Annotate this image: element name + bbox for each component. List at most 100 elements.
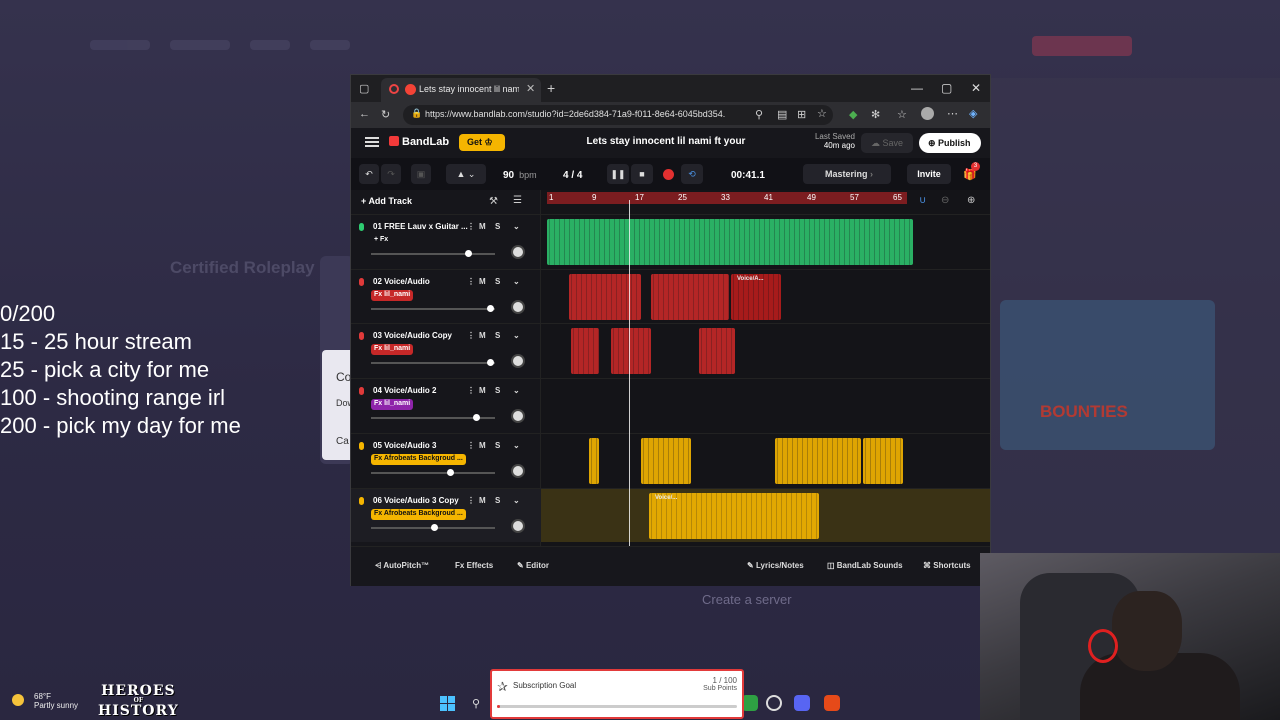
get-membership-button[interactable]: Get ♔ (459, 134, 505, 151)
volume-knob[interactable] (431, 523, 438, 531)
stop-button[interactable]: ■ (631, 164, 653, 184)
volume-knob[interactable] (464, 250, 472, 257)
app-icon[interactable] (742, 695, 758, 711)
timeline[interactable]: 1 9 17 25 33 41 49 57 65 ∪ ⊖ ⊕ Voice/A... Voice/.… (541, 190, 990, 546)
profile-avatar[interactable] (921, 107, 934, 120)
save-button[interactable]: ☁ Save (861, 133, 913, 153)
mastering-button[interactable]: Mastering › (803, 164, 891, 184)
editor-button[interactable]: ✎ Editor (517, 561, 549, 570)
shortcuts-button[interactable]: ⌘ Shortcuts (923, 561, 971, 570)
minimize-icon[interactable]: — (911, 81, 923, 95)
mute-button[interactable]: M (479, 331, 486, 340)
pan-knob[interactable] (511, 354, 525, 369)
bandlab-logo[interactable]: BandLab (389, 136, 449, 148)
track-lane[interactable] (541, 323, 990, 377)
more-icon[interactable]: ⋯ (947, 107, 958, 120)
time-signature[interactable]: 4 / 4 (563, 170, 582, 181)
autopitch-button[interactable]: ⩤ AutoPitch™ (375, 561, 429, 571)
chevron-down-icon[interactable]: ⌄ (513, 331, 520, 340)
solo-button[interactable]: S (495, 331, 500, 340)
invite-button[interactable]: Invite (907, 164, 951, 184)
track-fx-chip[interactable]: Fx Afrobeats Backgroud ... (371, 453, 466, 465)
volume-knob[interactable] (446, 468, 454, 476)
pan-knob[interactable] (511, 518, 525, 533)
track-header[interactable]: 01 FREE Lauv x Guitar ... + Fx ⋮ M S ⌄ (351, 214, 541, 268)
mute-button[interactable]: M (479, 386, 486, 395)
browser-tab[interactable]: Lets stay innocent lil nami ft ✕ (381, 78, 541, 102)
pan-knob[interactable] (511, 463, 525, 478)
solo-button[interactable]: S (495, 222, 500, 231)
track-header[interactable]: 02 Voice/Audio Fx lil_nami ⋮ M S ⌄ (351, 268, 541, 323)
tools-icon[interactable]: ⚒ (489, 196, 498, 207)
tempo[interactable]: 90 bpm (503, 170, 537, 181)
search-icon[interactable]: ⚲ (472, 697, 480, 710)
more-icon[interactable]: ⋮ (467, 331, 475, 340)
url-field[interactable]: 🔒 https://www.bandlab.com/studio?id=2de6… (403, 105, 833, 125)
publish-button[interactable]: ⊕ Publish (919, 133, 981, 153)
solo-button[interactable]: S (495, 386, 500, 395)
align-icon[interactable]: ☰ (513, 195, 522, 206)
record-button[interactable] (663, 169, 674, 180)
track-fx-chip[interactable]: Fx lil_nami (371, 289, 414, 301)
more-icon[interactable]: ⋮ (467, 222, 475, 231)
chevron-down-icon[interactable]: ⌄ (513, 222, 520, 231)
audio-clip[interactable]: Voice/... (649, 492, 819, 539)
chevron-down-icon[interactable]: ⌄ (513, 496, 520, 505)
discord-icon[interactable] (794, 695, 810, 711)
metronome-button[interactable]: ▲ ⌄ (446, 164, 486, 184)
track-lane[interactable] (541, 432, 990, 487)
add-track-button[interactable]: + Add Track (361, 196, 412, 206)
solo-button[interactable]: S (495, 496, 500, 505)
volume-knob[interactable] (473, 414, 480, 422)
redo-icon[interactable]: ↷ (381, 164, 401, 184)
audio-clip[interactable]: Voice/A... (731, 273, 781, 320)
zoom-in-icon[interactable]: ⊕ (967, 195, 975, 206)
track-header[interactable]: 05 Voice/Audio 3 Fx Afrobeats Backgroud .… (351, 432, 541, 487)
obs-icon[interactable] (766, 695, 782, 711)
audio-clip[interactable] (699, 328, 735, 375)
magnet-icon[interactable]: ∪ (919, 195, 926, 206)
extension-icon[interactable]: ◆ (849, 108, 857, 121)
new-tab-icon[interactable]: + (547, 80, 555, 96)
favorites-icon[interactable]: ☆ (897, 108, 907, 121)
bandlab-sounds-button[interactable]: ◫ BandLab Sounds (827, 561, 903, 570)
pan-knob[interactable] (511, 409, 525, 424)
extensions-icon[interactable]: ✻ (871, 108, 880, 121)
track-lane[interactable]: Voice/A... (541, 268, 990, 323)
playhead[interactable] (629, 200, 630, 546)
chevron-down-icon[interactable]: ⌄ (513, 441, 520, 450)
reader-icon[interactable]: ▤ (777, 108, 787, 121)
track-lane[interactable] (541, 378, 990, 432)
tab-actions-icon[interactable]: ▢ (359, 82, 369, 95)
timeline-ruler[interactable]: 1 9 17 25 33 41 49 57 65 (547, 192, 907, 204)
mute-button[interactable]: M (479, 222, 486, 231)
pause-button[interactable]: ❚❚ (607, 164, 629, 184)
project-title[interactable]: Lets stay innocent lil nami ft your (551, 136, 781, 147)
track-fx-chip[interactable]: Fx Afrobeats Backgroud ... (371, 508, 466, 520)
volume-slider[interactable] (371, 414, 495, 422)
track-header[interactable]: 06 Voice/Audio 3 Copy Fx Afrobeats Backgr… (351, 487, 541, 542)
solo-button[interactable]: S (495, 277, 500, 286)
pan-knob[interactable] (511, 245, 525, 259)
close-tab-icon[interactable]: ✕ (526, 82, 535, 95)
volume-knob[interactable] (487, 304, 495, 312)
pan-knob[interactable] (511, 299, 525, 314)
more-icon[interactable]: ⋮ (467, 386, 475, 395)
refresh-icon[interactable]: ↻ (381, 108, 390, 121)
back-icon[interactable]: ← (359, 108, 370, 120)
more-icon[interactable]: ⋮ (467, 496, 475, 505)
audio-clip[interactable] (863, 437, 903, 484)
track-fx-chip[interactable]: + Fx (371, 235, 391, 246)
windows-start-icon[interactable] (440, 696, 455, 711)
chevron-down-icon[interactable]: ⌄ (513, 277, 520, 286)
weather-widget[interactable]: 68°F Partly sunny (12, 692, 78, 710)
volume-slider[interactable] (371, 304, 495, 312)
audio-clip[interactable] (775, 437, 861, 484)
undo-icon[interactable]: ↶ (359, 164, 379, 184)
mute-button[interactable]: M (479, 496, 486, 505)
copilot-icon[interactable]: ◈ (969, 107, 977, 120)
track-fx-chip[interactable]: Fx lil_nami (371, 399, 414, 411)
volume-slider[interactable] (371, 359, 495, 367)
more-icon[interactable]: ⋮ (467, 441, 475, 450)
audio-clip[interactable] (651, 273, 729, 320)
